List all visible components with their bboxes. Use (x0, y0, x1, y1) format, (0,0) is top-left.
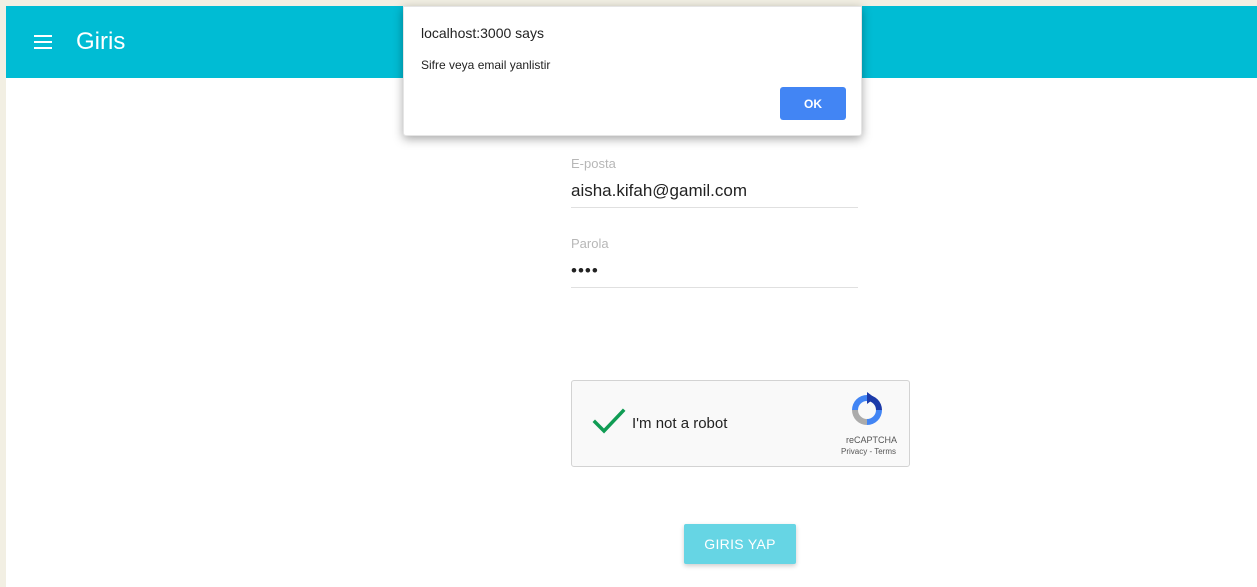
captcha-privacy-terms-link[interactable]: Privacy - Terms (841, 447, 896, 456)
recaptcha-logo-icon (852, 392, 882, 425)
page: Giris E-posta Parola I'm not a robot reC… (0, 0, 1257, 587)
menu-icon-line (34, 47, 52, 49)
menu-icon-line (34, 41, 52, 43)
email-field[interactable] (571, 176, 858, 208)
password-field-group: Parola (571, 236, 858, 316)
menu-icon[interactable] (34, 33, 58, 51)
login-button[interactable]: GIRIS YAP (684, 524, 796, 564)
dialog-message: Sifre veya email yanlistir (421, 58, 551, 72)
captcha-label: I'm not a robot (632, 415, 728, 432)
checkmark-icon[interactable] (592, 407, 626, 435)
dialog-ok-button[interactable]: OK (780, 87, 846, 120)
alert-dialog: localhost:3000 says Sifre veya email yan… (403, 6, 862, 136)
login-form: E-posta Parola (571, 156, 858, 316)
dialog-title: localhost:3000 says (421, 25, 544, 41)
captcha-brand: reCAPTCHA (845, 435, 897, 445)
email-field-group: E-posta (571, 156, 858, 236)
email-label: E-posta (571, 156, 616, 171)
password-field[interactable] (571, 256, 858, 288)
menu-icon-line (34, 35, 52, 37)
password-label: Parola (571, 236, 609, 251)
page-title: Giris (76, 28, 126, 55)
recaptcha-widget: I'm not a robot reCAPTCHA Privacy - Term… (571, 380, 910, 467)
